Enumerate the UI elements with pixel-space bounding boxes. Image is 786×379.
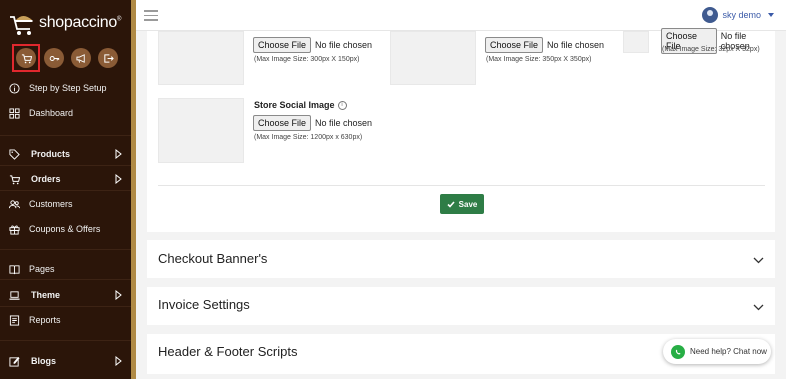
- divider: [0, 165, 131, 166]
- divider: [0, 135, 131, 136]
- file-input[interactable]: Choose File No file chosen: [253, 115, 372, 131]
- sidebar-item-blogs[interactable]: Blogs: [0, 351, 131, 371]
- chevron-down-icon: [753, 304, 764, 311]
- no-file-text: No file chosen: [547, 40, 605, 50]
- divider: [158, 185, 765, 186]
- logout-icon[interactable]: [98, 48, 118, 68]
- chevron-down-icon: [753, 257, 764, 264]
- save-button[interactable]: Save: [440, 194, 484, 214]
- logo-wordmark: shopaccino®: [39, 14, 122, 31]
- whatsapp-icon: [671, 344, 685, 359]
- store-images-card: Choose File No file chosen (Max Image Si…: [147, 28, 775, 232]
- choose-file-button[interactable]: Choose File: [485, 37, 544, 53]
- divider: [0, 279, 131, 280]
- sidebar-item-coupons-offers[interactable]: Coupons & Offers: [0, 219, 131, 239]
- tag-icon: [8, 148, 20, 160]
- sidebar-item-products[interactable]: Products: [0, 144, 131, 164]
- shopaccino-logo[interactable]: shopaccino®: [8, 8, 128, 38]
- save-label: Save: [458, 199, 478, 209]
- size-hint: (Max Image Size: 350px X 350px): [486, 56, 592, 63]
- choose-file-button[interactable]: Choose File: [253, 37, 312, 53]
- top-bar: sky demo: [136, 0, 786, 31]
- sidebar-item-customers[interactable]: Customers: [0, 194, 131, 214]
- file-input[interactable]: Choose File No file chosen: [485, 37, 604, 53]
- cart-icon: [8, 173, 20, 185]
- sidebar-item-orders[interactable]: Orders: [0, 169, 131, 189]
- cart-icon[interactable]: [16, 48, 36, 68]
- key-icon[interactable]: [44, 48, 64, 68]
- sidebar-item-reports[interactable]: Reports: [0, 310, 131, 330]
- sidebar-item-label: Products: [31, 149, 71, 159]
- sidebar-item-label: Customers: [29, 199, 73, 209]
- file-input[interactable]: Choose File No file chosen: [253, 37, 372, 53]
- accordion-checkout-banners[interactable]: Checkout Banner's: [147, 240, 775, 278]
- store-social-image-label: Store Social Image i: [254, 100, 347, 110]
- megaphone-icon[interactable]: [71, 48, 91, 68]
- chevron-right-icon: [115, 290, 122, 300]
- sidebar-item-label: Blogs: [31, 356, 57, 366]
- sidebar-item-dashboard[interactable]: Dashboard: [0, 103, 131, 123]
- info-icon: [8, 82, 20, 94]
- sidebar-item-label: Coupons & Offers: [29, 224, 101, 234]
- accordion-invoice-settings[interactable]: Invoice Settings: [147, 287, 775, 325]
- sidebar-item-label: Theme: [31, 290, 61, 300]
- size-hint: (Max Image Size: 300px X 150px): [254, 56, 360, 63]
- chevron-right-icon: [115, 174, 122, 184]
- chevron-right-icon: [115, 356, 122, 366]
- choose-file-button[interactable]: Choose File: [253, 115, 312, 131]
- laptop-icon: [8, 289, 20, 301]
- users-icon: [8, 198, 20, 210]
- no-file-text: No file chosen: [315, 118, 373, 128]
- sidebar-item-theme[interactable]: Theme: [0, 285, 131, 305]
- size-hint: (Max Image Size: 1200px x 630px): [254, 134, 363, 141]
- sidebar-item-label: Pages: [29, 264, 55, 274]
- image-preview: [390, 31, 476, 85]
- chevron-right-icon: [115, 149, 122, 159]
- size-hint: (Max Image Size: 32px X 32px): [662, 46, 760, 53]
- caret-down-icon: [768, 13, 774, 17]
- sidebar-item-step-by-step-setup[interactable]: Step by Step Setup: [0, 78, 131, 98]
- user-menu[interactable]: sky demo: [702, 7, 774, 23]
- chat-label: Need help? Chat now: [690, 347, 767, 356]
- hamburger-menu-icon[interactable]: [144, 10, 158, 21]
- avatar: [702, 7, 719, 23]
- sidebar-item-label: Reports: [29, 315, 61, 325]
- sidebar-item-label: Orders: [31, 174, 61, 184]
- no-file-text: No file chosen: [315, 40, 373, 50]
- main-content: Choose File No file chosen (Max Image Si…: [136, 28, 786, 379]
- sidebar-item-label: Step by Step Setup: [29, 83, 107, 93]
- report-icon: [8, 314, 20, 326]
- dashboard-icon: [8, 107, 20, 119]
- info-icon[interactable]: i: [337, 100, 347, 110]
- accordion-title: Header & Footer Scripts: [158, 344, 298, 359]
- accordion-title: Invoice Settings: [158, 297, 250, 312]
- quick-icons: [12, 44, 118, 68]
- image-preview: [158, 98, 244, 163]
- image-preview: [158, 31, 244, 85]
- logo-cart-icon: [10, 16, 33, 35]
- accordion-title: Checkout Banner's: [158, 251, 268, 266]
- image-preview: [623, 31, 649, 53]
- edit-icon: [8, 355, 20, 367]
- sidebar-item-pages[interactable]: Pages: [0, 259, 131, 279]
- gift-icon: [8, 223, 20, 235]
- divider: [0, 306, 131, 307]
- user-name: sky demo: [722, 10, 761, 20]
- check-icon: [447, 200, 455, 208]
- divider: [0, 340, 131, 341]
- sidebar-item-label: Dashboard: [29, 108, 74, 118]
- divider: [0, 190, 131, 191]
- chat-widget[interactable]: Need help? Chat now: [663, 339, 771, 364]
- book-icon: [8, 263, 20, 275]
- divider: [0, 249, 131, 250]
- sidebar: shopaccino® Step by Step Setup Dashboard…: [0, 0, 136, 379]
